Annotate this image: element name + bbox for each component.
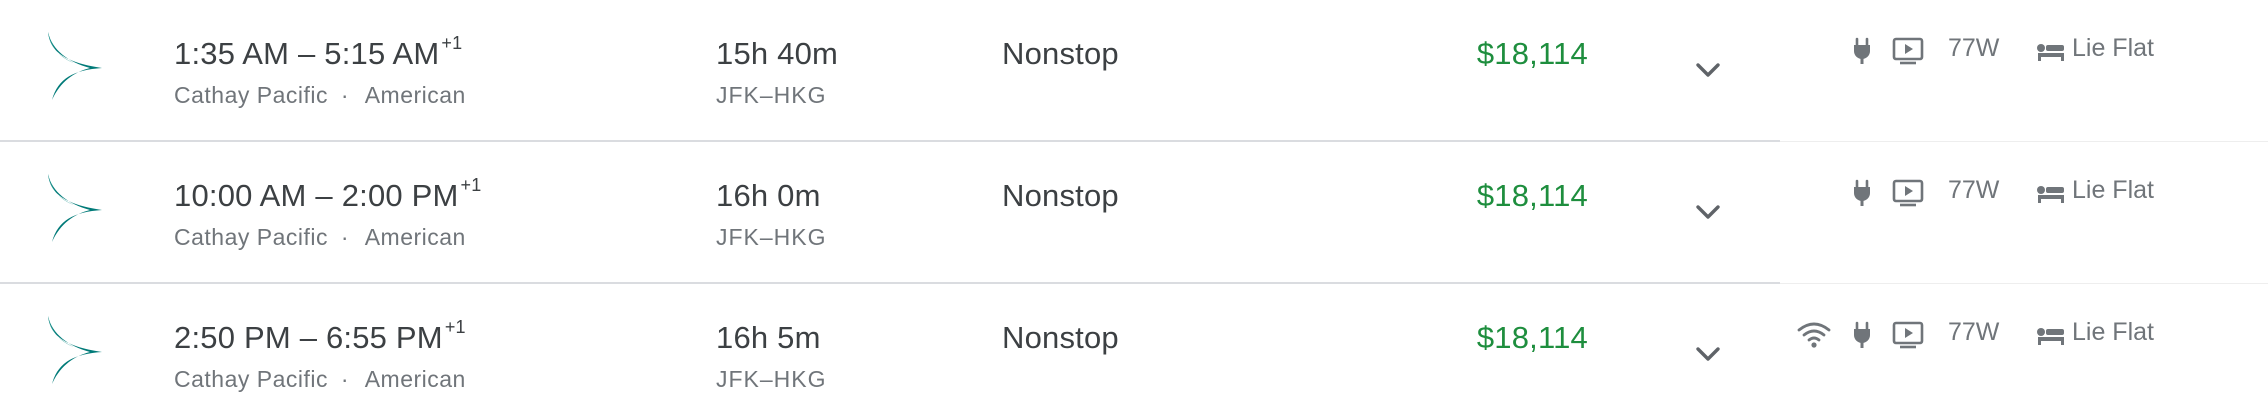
- operating-airline: American: [364, 366, 466, 392]
- airline-name: Cathay Pacific: [174, 82, 329, 108]
- flight-stops: Nonstop: [1002, 178, 1119, 213]
- departure-time: 10:00 AM: [174, 178, 307, 213]
- flight-stops: Nonstop: [1002, 320, 1119, 355]
- airline-name: Cathay Pacific: [174, 366, 329, 392]
- chevron-down-icon[interactable]: [1688, 194, 1728, 230]
- flight-duration: 16h 5m: [716, 320, 821, 355]
- flight-times: 10:00 AM – 2:00 PM +1: [174, 174, 482, 214]
- airline-info: Cathay Pacific · American: [174, 224, 466, 251]
- seat-type: Lie Flat: [2072, 34, 2154, 62]
- flight-times: 1:35 AM – 5:15 AM +1: [174, 32, 463, 72]
- lie-flat-seat-icon: [2037, 328, 2064, 345]
- departure-time: 1:35 AM: [174, 36, 290, 71]
- seat-type: Lie Flat: [2072, 176, 2154, 204]
- departure-time: 2:50 PM: [174, 320, 291, 355]
- day-offset: +1: [444, 316, 466, 337]
- video-icon: [1892, 321, 1924, 349]
- airline-separator: ·: [340, 366, 350, 392]
- arrival-time: 6:55 PM: [325, 320, 443, 355]
- day-offset: +1: [460, 174, 482, 195]
- time-dash: –: [297, 36, 316, 71]
- amenities: 77W Lie Flat: [1780, 284, 2268, 384]
- flight-duration: 16h 0m: [716, 178, 821, 213]
- video-icon: [1892, 179, 1924, 207]
- cathay-pacific-logo: [48, 174, 102, 242]
- airline-separator: ·: [340, 224, 350, 250]
- cathay-pacific-logo: [48, 32, 102, 100]
- operating-airline: American: [364, 82, 466, 108]
- flight-row[interactable]: 2:50 PM – 6:55 PM +1 Cathay Pacific · Ame…: [0, 284, 2268, 416]
- flight-stops: Nonstop: [1002, 36, 1119, 71]
- cathay-pacific-logo: [48, 316, 102, 384]
- power-outlet-icon: [1854, 179, 1870, 206]
- arrival-time: 5:15 AM: [324, 36, 440, 71]
- airline-info: Cathay Pacific · American: [174, 366, 466, 393]
- day-offset: +1: [441, 32, 463, 53]
- airline-info: Cathay Pacific · American: [174, 82, 466, 109]
- amenities: 77W Lie Flat: [1780, 0, 2268, 100]
- flight-price: $18,114: [1476, 178, 1588, 213]
- flight-route: JFK–HKG: [716, 82, 827, 108]
- time-dash: –: [299, 320, 318, 355]
- operating-airline: American: [364, 224, 466, 250]
- amenities: 77W Lie Flat: [1780, 142, 2268, 242]
- video-icon: [1892, 37, 1924, 65]
- flight-duration: 15h 40m: [716, 36, 839, 71]
- arrival-time: 2:00 PM: [341, 178, 459, 213]
- flight-price: $18,114: [1476, 320, 1588, 355]
- time-dash: –: [315, 178, 333, 213]
- seat-type: Lie Flat: [2072, 318, 2154, 346]
- lie-flat-seat-icon: [2037, 44, 2064, 61]
- flight-times: 2:50 PM – 6:55 PM +1: [174, 316, 466, 356]
- chevron-down-icon[interactable]: [1688, 336, 1728, 372]
- wifi-icon: [1797, 322, 1831, 348]
- flight-row[interactable]: 10:00 AM – 2:00 PM +1 Cathay Pacific · Am…: [0, 142, 2268, 283]
- chevron-down-icon[interactable]: [1688, 52, 1728, 88]
- airline-name: Cathay Pacific: [174, 224, 329, 250]
- power-outlet-icon: [1854, 321, 1870, 348]
- flight-price: $18,114: [1476, 36, 1588, 71]
- lie-flat-seat-icon: [2037, 186, 2064, 203]
- flight-results-list: 1:35 AM – 5:15 AM +1 Cathay Pacific · Ame…: [0, 0, 2268, 416]
- flight-route: JFK–HKG: [716, 224, 827, 250]
- flight-route: JFK–HKG: [716, 366, 827, 392]
- power-outlet-icon: [1854, 37, 1870, 64]
- airline-separator: ·: [340, 82, 350, 108]
- flight-row[interactable]: 1:35 AM – 5:15 AM +1 Cathay Pacific · Ame…: [0, 0, 2268, 141]
